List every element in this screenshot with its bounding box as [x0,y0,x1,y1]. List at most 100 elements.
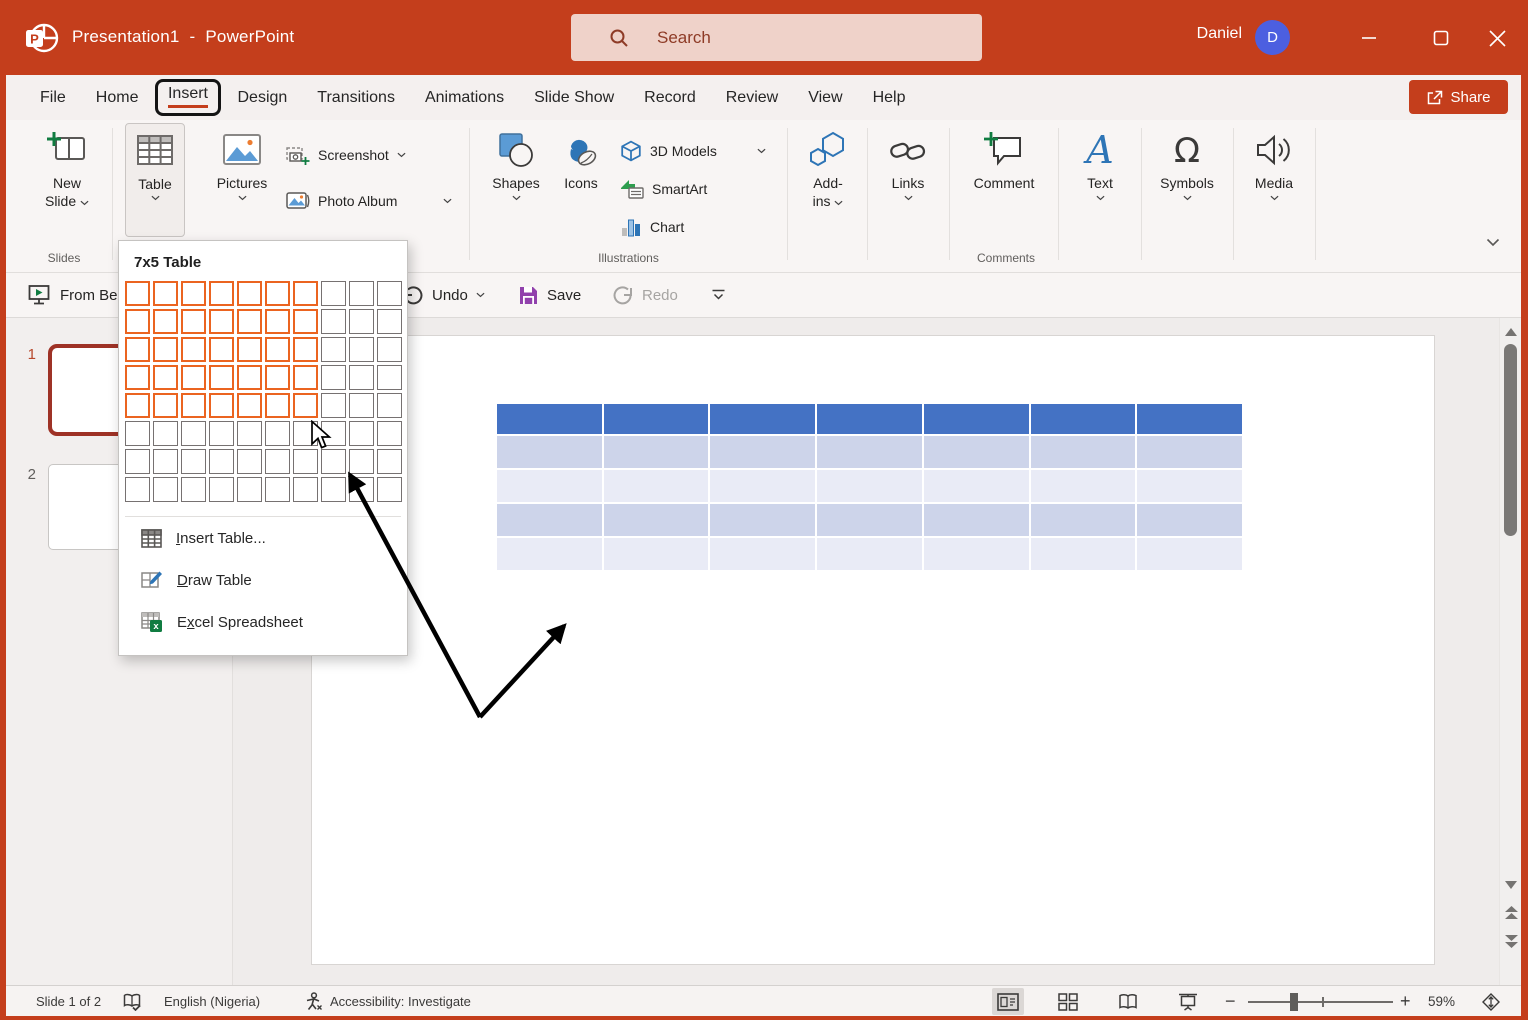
grid-cell-5x7[interactable] [237,449,262,474]
tab-home[interactable]: Home [96,89,139,107]
redo-button[interactable]: Redo [612,273,678,317]
grid-cell-8x8[interactable] [321,477,346,502]
add-ins-button[interactable]: Add- ins [802,126,854,210]
grid-cell-2x3[interactable] [153,337,178,362]
previous-slide-icon[interactable] [1503,906,1519,920]
grid-cell-3x8[interactable] [181,477,206,502]
grid-cell-2x5[interactable] [153,393,178,418]
search-input[interactable]: Search [571,14,982,61]
grid-cell-7x6[interactable] [293,421,318,446]
grid-cell-1x2[interactable] [125,309,150,334]
grid-cell-7x3[interactable] [293,337,318,362]
grid-cell-1x5[interactable] [125,393,150,418]
grid-cell-8x7[interactable] [321,449,346,474]
tab-animations[interactable]: Animations [425,89,504,107]
avatar[interactable]: D [1255,20,1290,55]
photo-album-button[interactable]: Photo Album [286,188,452,214]
grid-cell-3x2[interactable] [181,309,206,334]
tab-slide-show[interactable]: Slide Show [534,89,614,107]
grid-cell-4x7[interactable] [209,449,234,474]
tab-view[interactable]: View [808,89,842,107]
normal-view-button[interactable] [992,988,1024,1015]
shapes-button[interactable]: Shapes [490,126,542,201]
grid-cell-3x7[interactable] [181,449,206,474]
tab-file[interactable]: File [40,89,66,107]
screenshot-button[interactable]: Screenshot [286,142,406,168]
grid-cell-8x5[interactable] [321,393,346,418]
new-slide-button[interactable]: New Slide [24,126,110,210]
grid-cell-1x6[interactable] [125,421,150,446]
grid-cell-5x5[interactable] [237,393,262,418]
zoom-slider-track[interactable] [1248,1001,1393,1003]
tab-review[interactable]: Review [726,89,778,107]
minimize-button[interactable] [1346,22,1392,54]
grid-cell-10x8[interactable] [377,477,402,502]
reading-view-button[interactable] [1112,988,1144,1015]
close-button[interactable] [1474,22,1520,54]
grid-cell-8x1[interactable] [321,281,346,306]
grid-cell-9x6[interactable] [349,421,374,446]
3d-models-button[interactable]: 3D Models [620,138,766,164]
tab-help[interactable]: Help [873,89,906,107]
media-button[interactable]: Media [1246,126,1302,201]
grid-cell-7x4[interactable] [293,365,318,390]
menu-item-insert-table[interactable]: Insert Table... [119,517,407,559]
grid-cell-7x5[interactable] [293,393,318,418]
zoom-slider-handle[interactable] [1290,993,1298,1011]
grid-cell-4x5[interactable] [209,393,234,418]
grid-cell-9x7[interactable] [349,449,374,474]
grid-cell-8x6[interactable] [321,421,346,446]
zoom-out-button[interactable]: − [1225,986,1236,1017]
grid-cell-6x5[interactable] [265,393,290,418]
grid-cell-7x8[interactable] [293,477,318,502]
grid-cell-1x4[interactable] [125,365,150,390]
grid-cell-1x8[interactable] [125,477,150,502]
comment-button[interactable]: Comment [966,126,1042,192]
maximize-button[interactable] [1418,22,1464,54]
grid-cell-10x6[interactable] [377,421,402,446]
grid-cell-5x2[interactable] [237,309,262,334]
spell-check-icon[interactable] [122,986,142,1017]
grid-cell-3x1[interactable] [181,281,206,306]
grid-cell-4x4[interactable] [209,365,234,390]
grid-cell-4x6[interactable] [209,421,234,446]
zoom-in-button[interactable]: + [1400,986,1411,1017]
tab-insert[interactable]: Insert [155,79,221,116]
grid-cell-8x4[interactable] [321,365,346,390]
grid-cell-10x1[interactable] [377,281,402,306]
scroll-up-icon[interactable] [1503,325,1519,339]
grid-cell-5x3[interactable] [237,337,262,362]
grid-cell-5x6[interactable] [237,421,262,446]
vertical-scrollbar[interactable] [1499,318,1521,985]
grid-cell-10x7[interactable] [377,449,402,474]
grid-cell-3x5[interactable] [181,393,206,418]
grid-cell-4x8[interactable] [209,477,234,502]
grid-cell-9x5[interactable] [349,393,374,418]
quick-access-overflow-button[interactable] [711,273,726,317]
grid-cell-4x1[interactable] [209,281,234,306]
slide-canvas[interactable] [311,335,1435,965]
grid-cell-1x1[interactable] [125,281,150,306]
grid-cell-6x4[interactable] [265,365,290,390]
grid-cell-10x3[interactable] [377,337,402,362]
grid-cell-6x7[interactable] [265,449,290,474]
accessibility-icon[interactable] [303,986,323,1017]
slide-sorter-view-button[interactable] [1052,988,1084,1015]
table-size-grid[interactable] [125,281,402,502]
grid-cell-8x3[interactable] [321,337,346,362]
grid-cell-9x8[interactable] [349,477,374,502]
grid-cell-2x2[interactable] [153,309,178,334]
links-button[interactable]: Links [882,126,934,201]
grid-cell-6x6[interactable] [265,421,290,446]
icons-button[interactable]: Icons [556,126,606,192]
tab-transitions[interactable]: Transitions [317,89,395,107]
grid-cell-7x2[interactable] [293,309,318,334]
grid-cell-9x2[interactable] [349,309,374,334]
language-selector[interactable]: English (Nigeria) [164,986,260,1017]
grid-cell-3x3[interactable] [181,337,206,362]
table-button[interactable]: Table [125,123,185,237]
text-button[interactable]: A Text [1074,126,1126,201]
accessibility-status[interactable]: Accessibility: Investigate [330,986,471,1017]
save-button[interactable]: Save [518,273,581,317]
fit-slide-to-window-icon[interactable] [1482,986,1500,1017]
